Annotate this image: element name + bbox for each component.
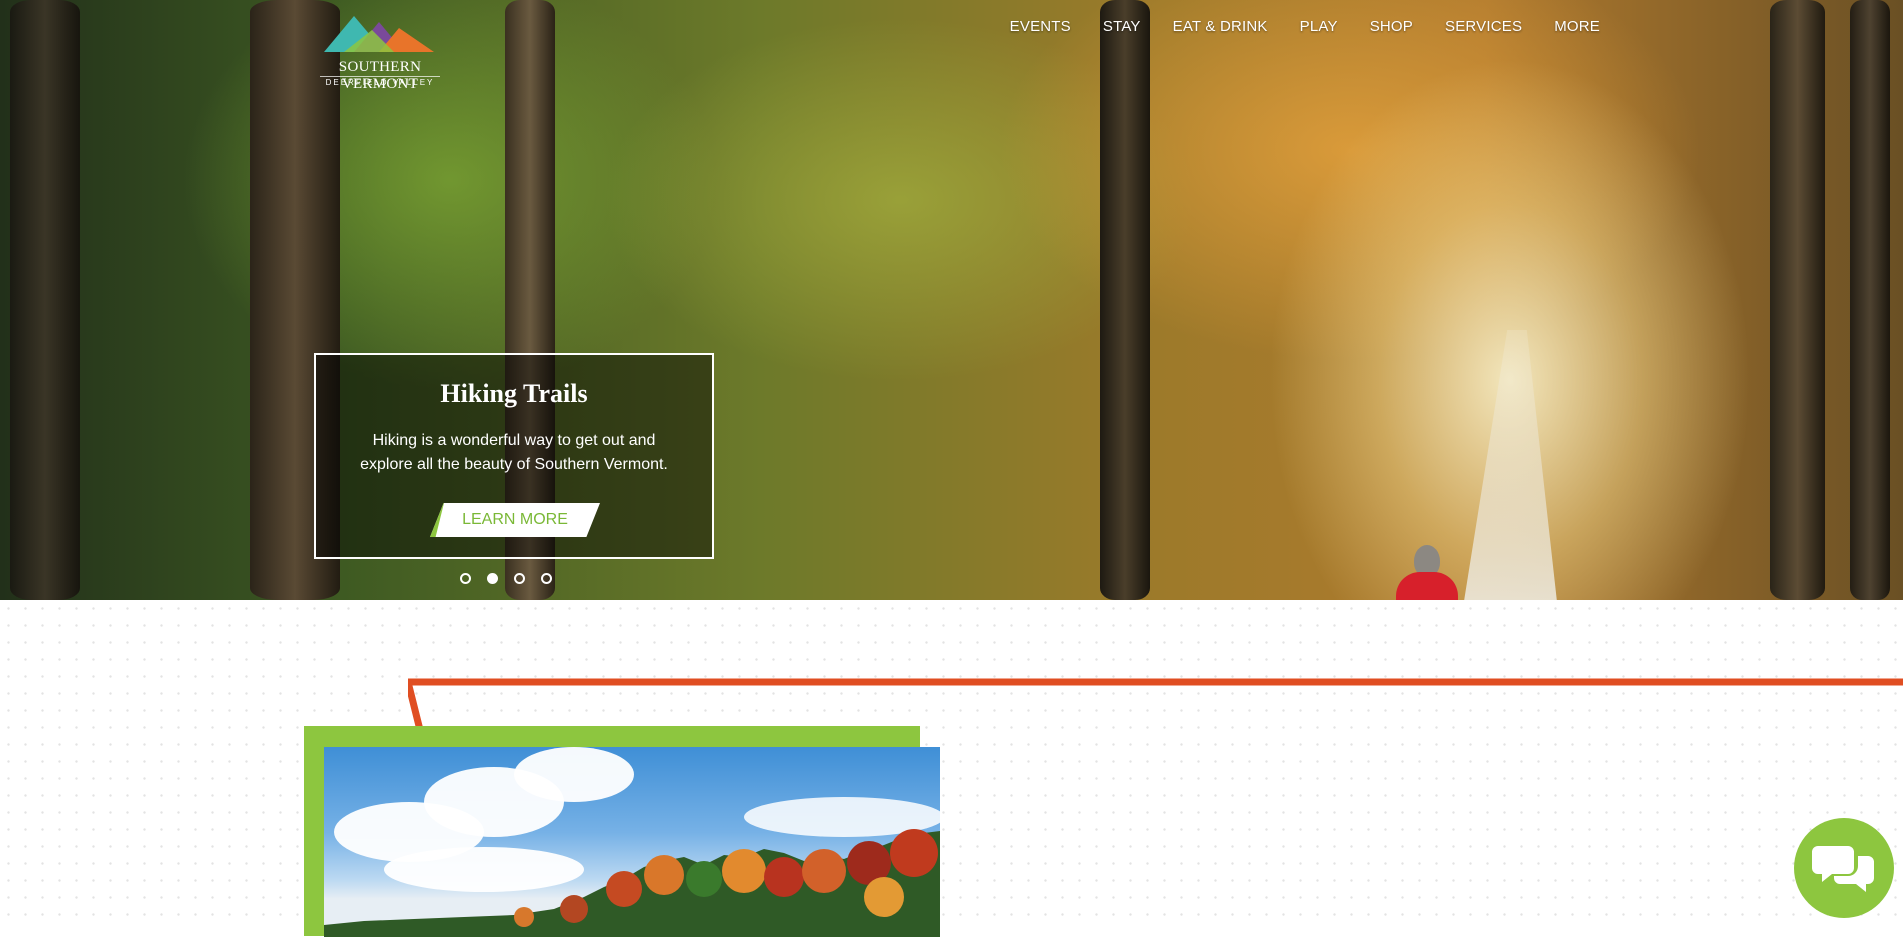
tree-trunk	[1850, 0, 1890, 600]
nav-item-shop[interactable]: SHOP	[1370, 18, 1413, 35]
hero-slide-card: Hiking Trails Hiking is a wonderful way …	[314, 353, 714, 559]
nav-item-events[interactable]: EVENTS	[1010, 18, 1071, 35]
logo-tagline: DEERFIELD VALLEY	[320, 76, 440, 87]
hero-banner	[0, 0, 1903, 600]
slider-dot[interactable]	[487, 573, 498, 584]
nav-item-eat-drink[interactable]: EAT & DRINK	[1173, 18, 1268, 35]
tree-trunk	[1770, 0, 1825, 600]
slider-dot[interactable]	[541, 573, 552, 584]
autumn-lake-photo	[324, 747, 940, 937]
slider-dot[interactable]	[460, 573, 471, 584]
forest-path	[1461, 330, 1559, 600]
learn-more-button[interactable]: LEARN MORE	[430, 503, 600, 537]
chat-button[interactable]	[1794, 818, 1894, 918]
chat-bubbles-icon	[1812, 846, 1874, 892]
nav-item-more[interactable]: MORE	[1554, 18, 1600, 35]
nav-item-services[interactable]: SERVICES	[1445, 18, 1522, 35]
autumn-treeline	[324, 829, 940, 937]
content-section	[0, 600, 1903, 937]
slider-pagination	[460, 573, 552, 584]
nav-item-play[interactable]: PLAY	[1300, 18, 1338, 35]
tree-trunk	[10, 0, 80, 600]
nav-item-stay[interactable]: STAY	[1103, 18, 1141, 35]
main-nav: EVENTS STAY EAT & DRINK PLAY SHOP SERVIC…	[1010, 18, 1600, 35]
slide-description: Hiking is a wonderful way to get out and…	[360, 432, 668, 473]
cloud	[514, 747, 634, 802]
slide-title: Hiking Trails	[440, 379, 588, 408]
mountain-logo-icon	[324, 16, 434, 52]
slider-dot[interactable]	[514, 573, 525, 584]
tree-trunk	[1100, 0, 1150, 600]
site-logo[interactable]: SOUTHERN VERMONT DEERFIELD VALLEY	[300, 12, 460, 92]
hiker-red-jacket	[1396, 572, 1458, 600]
